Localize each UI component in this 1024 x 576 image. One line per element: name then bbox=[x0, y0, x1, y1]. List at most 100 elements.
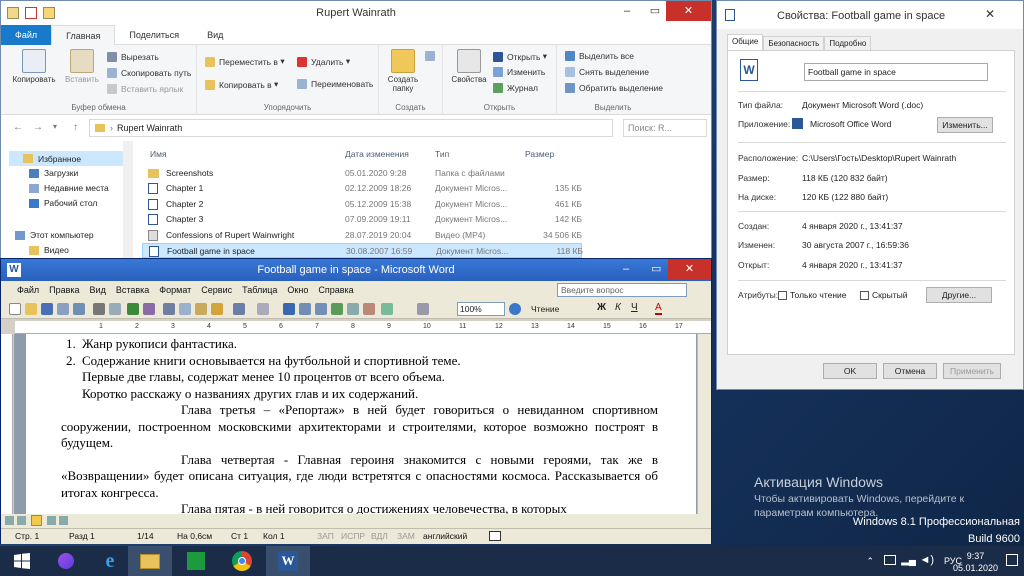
hyperlink-icon[interactable] bbox=[283, 303, 295, 315]
edit-button[interactable]: Изменить bbox=[493, 67, 545, 77]
hidden-checkbox[interactable]: Скрытый bbox=[860, 290, 907, 300]
permission-icon[interactable] bbox=[57, 303, 69, 315]
invert-selection-button[interactable]: Обратить выделение bbox=[565, 83, 663, 93]
ok-button[interactable]: OK bbox=[823, 363, 877, 379]
cut-button[interactable]: Вырезать bbox=[107, 52, 159, 62]
sidebar-item-desktop[interactable]: Рабочий стол bbox=[29, 198, 97, 208]
tab-home[interactable]: Главная bbox=[51, 25, 116, 45]
delete-button[interactable]: Удалить ▾ bbox=[297, 56, 350, 67]
column-name[interactable]: Имя bbox=[150, 149, 167, 159]
drawing-icon[interactable] bbox=[363, 303, 375, 315]
menu-view[interactable]: Вид bbox=[90, 285, 106, 295]
status-track-changes[interactable]: ИСПР bbox=[341, 531, 365, 541]
sidebar-item-downloads[interactable]: Загрузки bbox=[29, 168, 78, 178]
history-button[interactable]: Журнал bbox=[493, 83, 538, 93]
research-icon[interactable] bbox=[143, 303, 155, 315]
print-icon[interactable] bbox=[93, 303, 105, 315]
file-row-chapter-1[interactable]: Chapter 1 02.12.2009 18:26 Документ Micros… bbox=[142, 181, 582, 196]
address-box[interactable]: › Rupert Wainrath bbox=[89, 119, 613, 137]
close-button[interactable]: ✕ bbox=[666, 1, 711, 21]
volume-icon[interactable]: ◄) bbox=[919, 554, 934, 566]
cancel-button[interactable]: Отмена bbox=[883, 363, 937, 379]
print-layout-icon[interactable] bbox=[31, 515, 42, 526]
show-hide-icon[interactable] bbox=[417, 303, 429, 315]
help-icon[interactable] bbox=[509, 303, 521, 315]
up-arrow-icon[interactable]: ↑ bbox=[73, 122, 78, 133]
paste-icon[interactable] bbox=[195, 303, 207, 315]
explorer-titlebar[interactable]: Rupert Wainrath – ▭ ✕ bbox=[1, 1, 711, 25]
action-center-icon[interactable] bbox=[884, 555, 896, 565]
change-app-button[interactable]: Изменить... bbox=[937, 117, 993, 133]
sidebar-item-recent[interactable]: Недавние места bbox=[29, 183, 109, 193]
reading-view-icon[interactable] bbox=[59, 516, 68, 525]
tab-security[interactable]: Безопасность bbox=[763, 36, 825, 51]
outline-view-icon[interactable] bbox=[47, 516, 56, 525]
tab-general[interactable]: Общие bbox=[727, 34, 764, 51]
move-to-button[interactable]: Переместить в ▾ bbox=[205, 56, 285, 67]
sidebar-item-video[interactable]: Видео bbox=[29, 245, 69, 255]
save-icon[interactable] bbox=[41, 303, 53, 315]
menu-window[interactable]: Окно bbox=[287, 285, 308, 295]
horizontal-ruler[interactable]: 1 2 3 4 5 6 7 8 9 10 11 12 13 14 15 16 17 bbox=[15, 321, 711, 334]
paste-shortcut-button[interactable]: Вставить ярлык bbox=[107, 84, 183, 94]
file-row-chapter-2[interactable]: Chapter 2 05.12.2009 15:38 Документ Micros… bbox=[142, 197, 582, 212]
properties-button[interactable]: Свойства bbox=[449, 49, 489, 84]
open-icon[interactable] bbox=[25, 303, 37, 315]
tab-file[interactable]: Файл bbox=[1, 25, 52, 45]
file-row-screenshots[interactable]: Screenshots 05.01.2020 9:28 Папка с файлам… bbox=[142, 166, 582, 181]
font-color-icon[interactable]: A bbox=[655, 302, 662, 315]
properties-dialog[interactable]: Свойства: Football game in space ✕ Общие… bbox=[716, 0, 1024, 390]
columns-icon[interactable] bbox=[347, 303, 359, 315]
file-row-football-game[interactable]: Football game in space 30.08.2007 16:59 До… bbox=[142, 243, 583, 258]
normal-view-icon[interactable] bbox=[5, 516, 14, 525]
insert-excel-icon[interactable] bbox=[331, 303, 343, 315]
new-doc-icon[interactable] bbox=[9, 303, 21, 315]
column-type[interactable]: Тип bbox=[435, 149, 449, 159]
menu-file[interactable]: Файл bbox=[17, 285, 39, 295]
menu-format[interactable]: Формат bbox=[159, 285, 191, 295]
spelling-status-icon[interactable] bbox=[489, 531, 501, 541]
sidebar-item-this-pc[interactable]: Этот компьютер bbox=[15, 230, 94, 240]
network-icon[interactable]: ▂▄ bbox=[901, 555, 916, 566]
document-text[interactable]: 1. Жанр рукописи фантастика. 2. Содержание… bbox=[61, 336, 658, 514]
menu-help[interactable]: Справка bbox=[318, 285, 353, 295]
filename-field[interactable]: Football game in space bbox=[804, 63, 988, 81]
taskbar-store[interactable] bbox=[174, 546, 218, 576]
breadcrumb-chevron-icon[interactable]: › bbox=[110, 123, 113, 133]
select-none-button[interactable]: Снять выделение bbox=[565, 67, 649, 77]
taskbar-explorer[interactable] bbox=[128, 546, 172, 576]
column-size[interactable]: Размер bbox=[525, 149, 554, 159]
vertical-ruler[interactable] bbox=[1, 334, 13, 514]
advanced-attributes-button[interactable]: Другие... bbox=[926, 287, 992, 303]
notifications-icon[interactable] bbox=[1006, 554, 1018, 566]
back-arrow-icon[interactable]: ← bbox=[13, 122, 23, 133]
search-input[interactable]: Поиск: R... bbox=[623, 119, 707, 137]
paste-button[interactable]: Вставить bbox=[59, 49, 105, 84]
readonly-checkbox[interactable]: Только чтение bbox=[778, 290, 846, 300]
undo-icon[interactable] bbox=[233, 303, 245, 315]
explorer-window[interactable]: Rupert Wainrath – ▭ ✕ Файл Главная Подел… bbox=[0, 0, 712, 262]
italic-icon[interactable]: К bbox=[615, 302, 621, 313]
document-page[interactable]: 1. Жанр рукописи фантастика. 2. Содержание… bbox=[26, 334, 696, 514]
help-search-input[interactable]: Введите вопрос bbox=[557, 283, 687, 297]
tab-view[interactable]: Вид bbox=[193, 25, 237, 45]
taskbar-chrome[interactable] bbox=[220, 546, 264, 576]
apply-button[interactable]: Применить bbox=[943, 363, 1001, 379]
underline-icon[interactable]: Ч bbox=[631, 302, 638, 313]
zoom-select[interactable]: 100% bbox=[457, 302, 505, 316]
file-row-confessions[interactable]: Confessions of Rupert Wainwright 28.07.20… bbox=[142, 228, 582, 243]
spelling-icon[interactable] bbox=[127, 303, 139, 315]
menu-table[interactable]: Таблица bbox=[242, 285, 277, 295]
status-language[interactable]: английский bbox=[423, 531, 467, 541]
breadcrumb[interactable]: Rupert Wainrath bbox=[117, 123, 182, 133]
nav-scrollbar[interactable] bbox=[123, 141, 133, 262]
print-preview-icon[interactable] bbox=[109, 303, 121, 315]
email-icon[interactable] bbox=[73, 303, 85, 315]
tray-clock[interactable]: 9:37 05.01.2020 bbox=[953, 550, 998, 574]
rename-button[interactable]: Переименовать bbox=[297, 79, 373, 89]
new-folder-button[interactable]: Создать папку bbox=[381, 49, 425, 93]
minimize-button[interactable]: – bbox=[613, 1, 641, 21]
forward-arrow-icon[interactable]: → bbox=[33, 122, 43, 133]
open-button[interactable]: Открыть ▾ bbox=[493, 51, 547, 62]
cut-icon[interactable] bbox=[163, 303, 175, 315]
